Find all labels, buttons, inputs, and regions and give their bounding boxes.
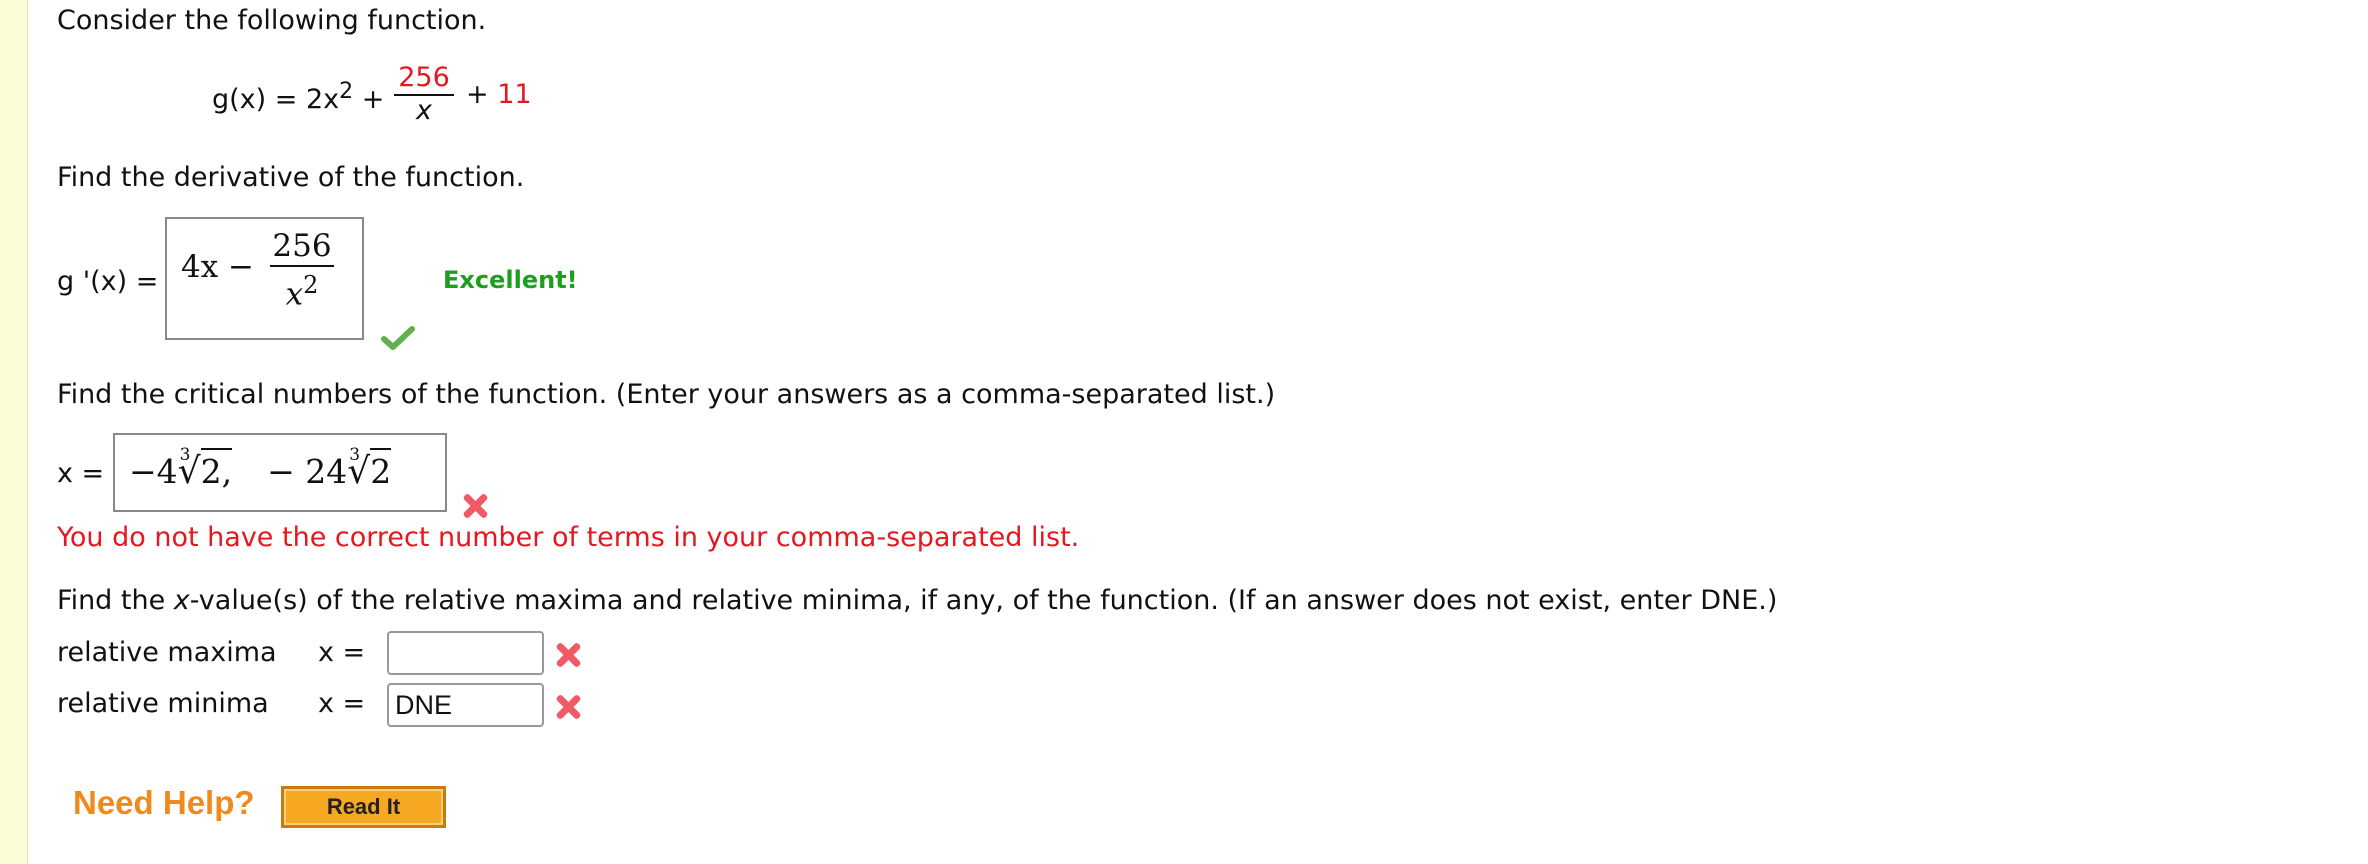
function-denominator: x (416, 95, 432, 126)
q2-term2-coef: − 24 (267, 452, 348, 491)
q2-term2-index: 3 (349, 445, 361, 465)
q1-answer-numerator: 256 (272, 228, 332, 264)
rel-max-input[interactable] (387, 631, 544, 675)
need-help-label: Need Help? (73, 784, 255, 821)
rel-max-incorrect-icon (553, 640, 583, 670)
q2-label: x = (57, 458, 105, 489)
q1-answer-den-base: x (285, 276, 304, 313)
q1-answer-den-exp: 2 (303, 271, 319, 299)
q1-answer-term: 4x − (181, 249, 255, 285)
q1-label: g '(x) = (57, 266, 159, 297)
rel-min-incorrect-icon (553, 692, 583, 722)
q1-answer-fraction: 256 x2 (269, 227, 335, 312)
read-it-button[interactable]: Read It (281, 786, 446, 828)
rel-min-label: relative minima (57, 688, 269, 719)
q2-prompt: Find the critical numbers of the functio… (57, 379, 1276, 410)
q2-term1-coef: −4 (129, 452, 178, 491)
function-tail-plus: + (466, 79, 489, 110)
q2-radical-2: 3 √ (347, 445, 371, 492)
q1-answer-box[interactable]: 4x − 256 x2 (165, 217, 364, 340)
rel-max-label: relative maxima (57, 637, 277, 668)
q2-term2-radicand: 2 (370, 448, 392, 491)
function-exponent: 2 (339, 79, 354, 104)
rel-min-eq: x = (318, 688, 366, 719)
function-constant: 11 (497, 79, 532, 110)
function-fraction: 256 x (392, 62, 456, 126)
rel-min-input[interactable] (387, 683, 544, 727)
function-lhs: g(x) = 2x (212, 84, 340, 115)
q2-feedback: You do not have the correct number of te… (57, 522, 1080, 553)
q2-term1-radicand: 2, (200, 448, 233, 491)
q1-prompt: Find the derivative of the function. (57, 162, 525, 193)
left-margin-bar (0, 0, 28, 864)
function-numerator: 256 (398, 62, 450, 93)
q2-radical-1: 3 √ (177, 445, 201, 492)
q2-term1-index: 3 (179, 445, 191, 465)
intro-text: Consider the following function. (57, 5, 487, 36)
rel-max-eq: x = (318, 637, 366, 668)
function-plus: + (361, 84, 385, 115)
q2-incorrect-icon (460, 491, 490, 521)
checkmark-icon (381, 326, 415, 350)
q1-feedback: Excellent! (443, 266, 578, 294)
q3-prompt: Find the x-value(s) of the relative maxi… (57, 585, 1778, 616)
q2-answer-box[interactable]: −4 3 √2, − 24 3 √2 (113, 433, 447, 512)
q2-answer-content: −4 3 √2, − 24 3 √2 (129, 445, 392, 492)
